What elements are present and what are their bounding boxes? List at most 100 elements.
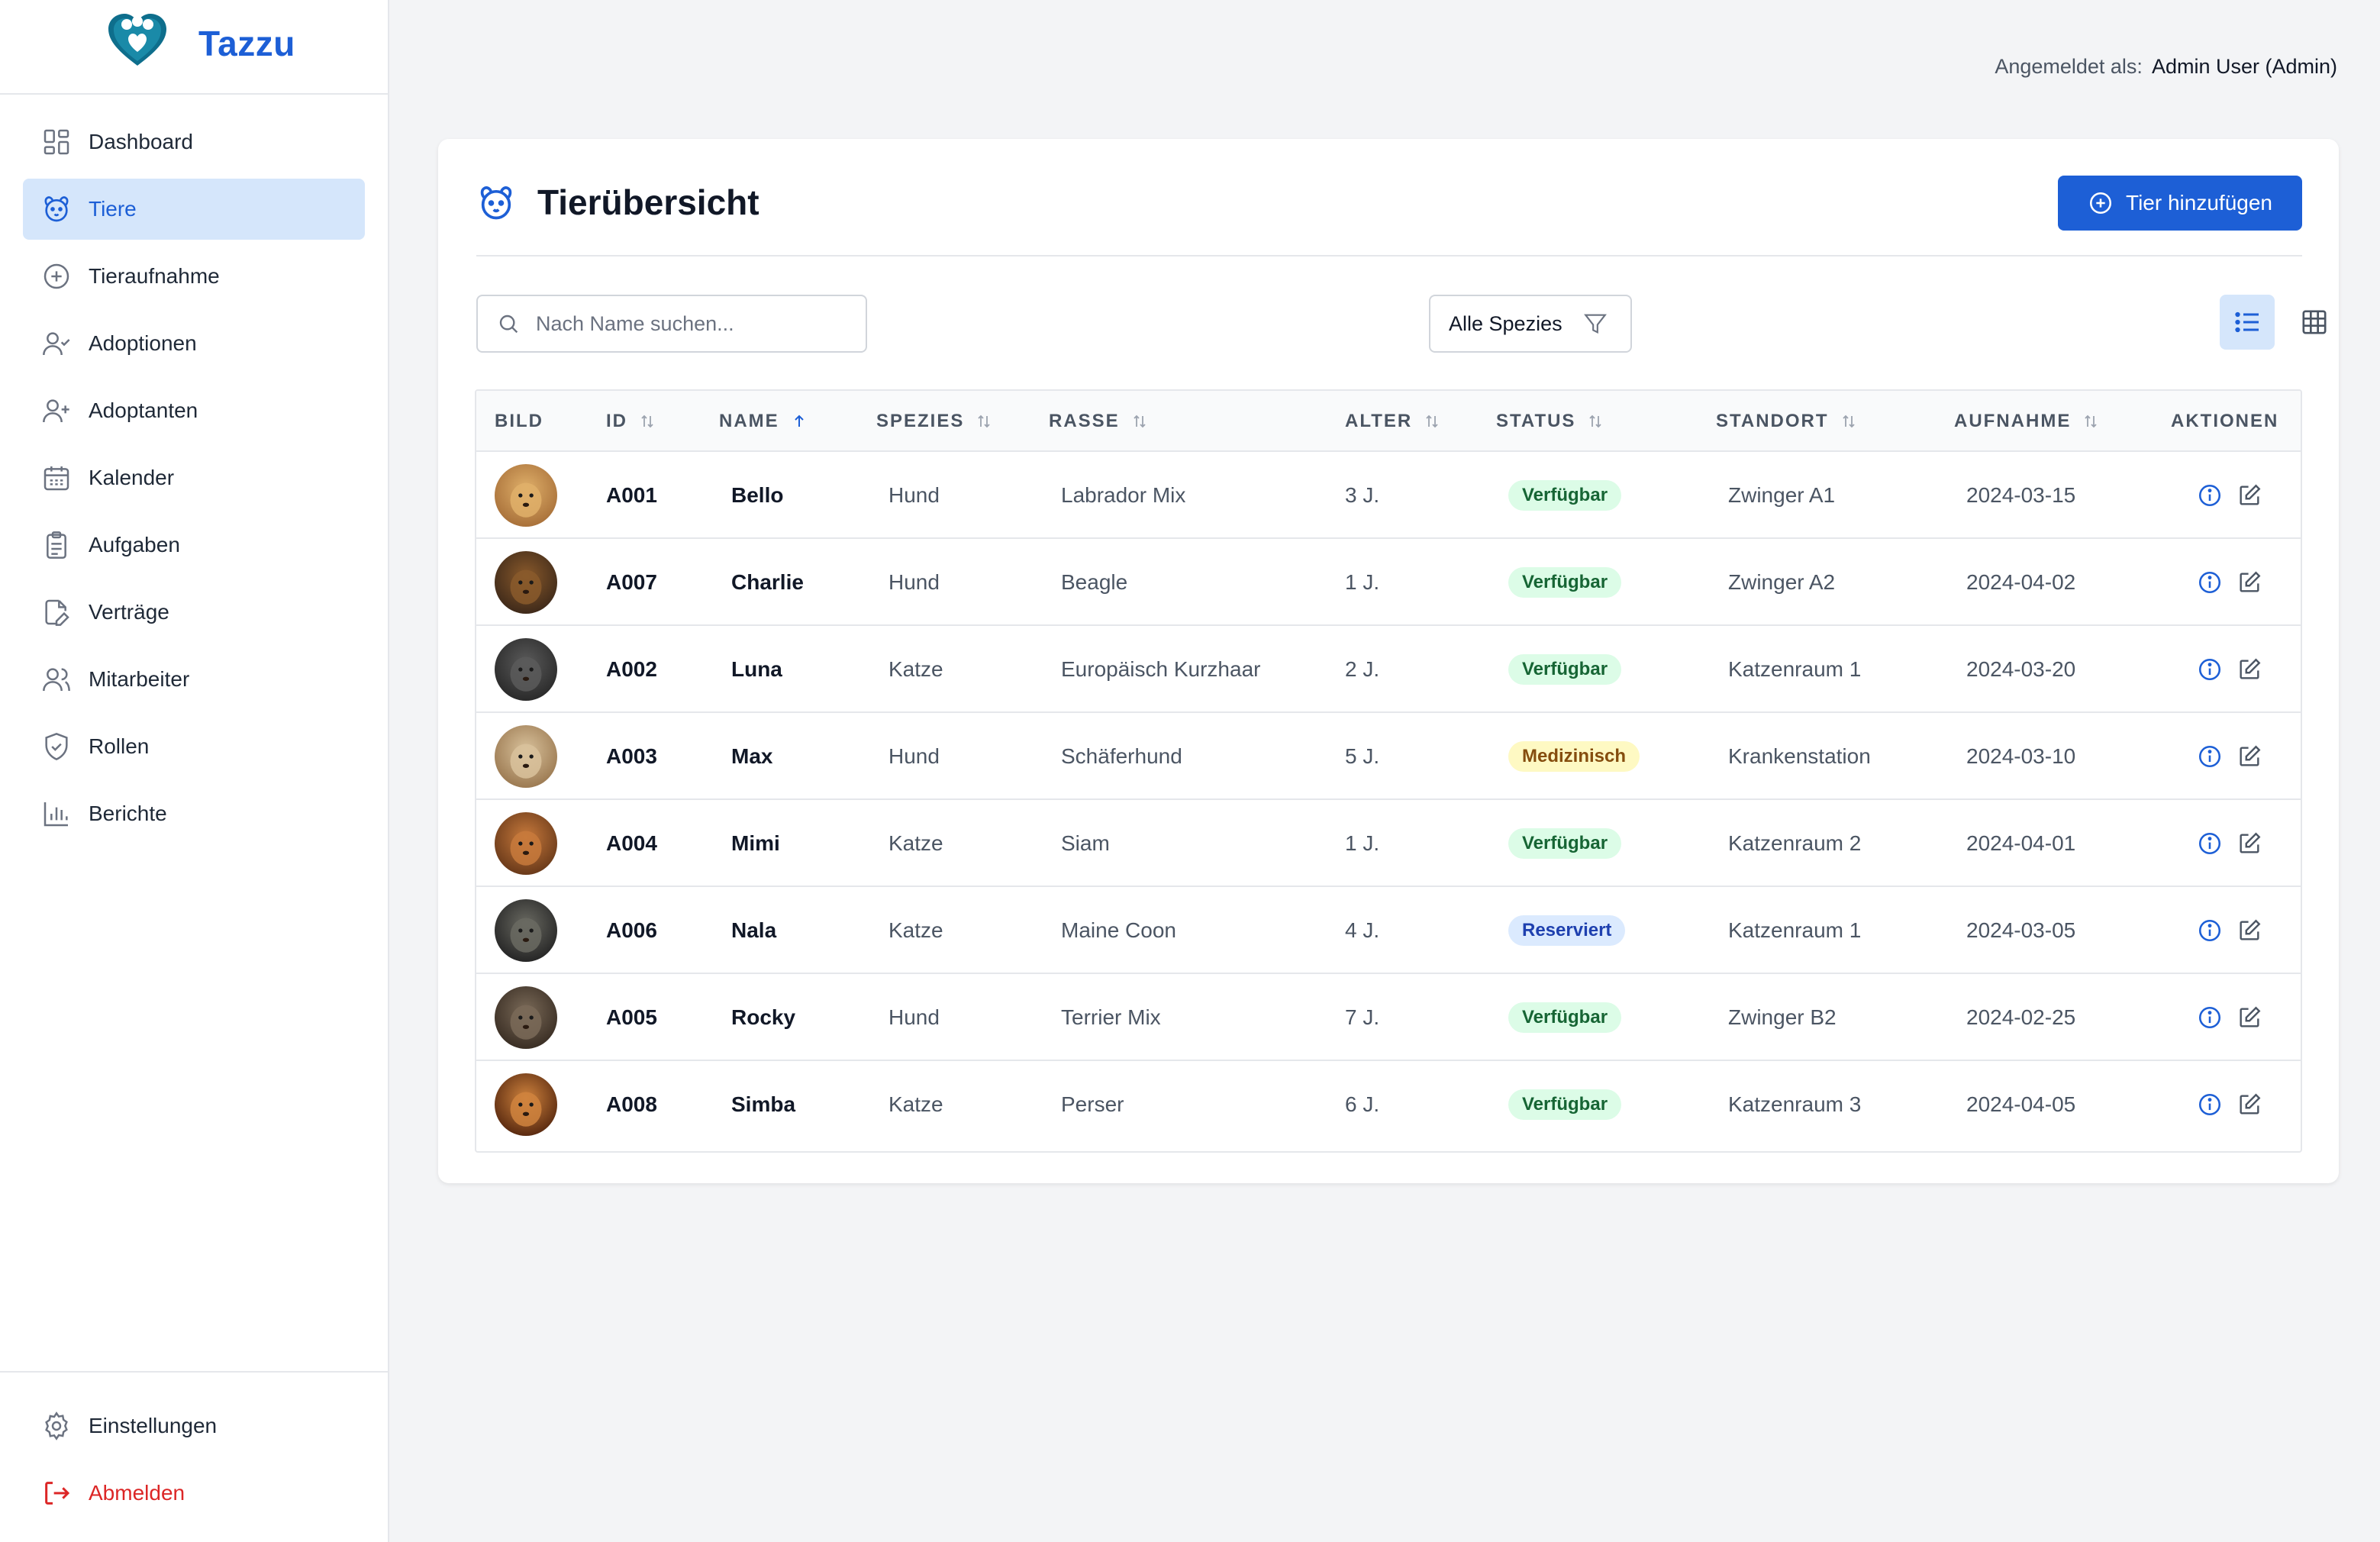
animal-avatar[interactable] — [495, 986, 557, 1049]
sort-icon — [2085, 415, 2097, 428]
edit-icon[interactable] — [2236, 918, 2262, 944]
cell-age: 3 J. — [1345, 483, 1380, 507]
column-header-bild: BILD — [495, 411, 543, 431]
column-header-standort[interactable]: STANDORT — [1716, 391, 1858, 452]
cell-intake: 2024-03-05 — [1966, 918, 2076, 942]
edit-icon[interactable] — [2236, 744, 2262, 769]
sidebar-item-einstellungen[interactable]: Einstellungen — [23, 1395, 365, 1457]
add-animal-button-label: Tier hinzufügen — [2126, 191, 2272, 215]
table-row[interactable]: A003 Max Hund Schäferhund 5 J. Medizinisch Kra… — [476, 713, 2301, 800]
column-header-status[interactable]: STATUS — [1496, 391, 1604, 452]
brand-name[interactable]: Tazzu — [198, 23, 295, 64]
cell-image — [495, 1061, 557, 1148]
edit-icon[interactable] — [2236, 1005, 2262, 1031]
sidebar-item-label: Tiere — [89, 197, 137, 221]
sidebar-item-aufgaben[interactable]: Aufgaben — [23, 515, 365, 576]
cell-actions — [2197, 713, 2262, 800]
cell-name[interactable]: Max — [731, 713, 772, 800]
sidebar-item-abmelden[interactable]: Abmelden — [23, 1463, 365, 1524]
sidebar-item-adoptanten[interactable]: Adoptanten — [23, 380, 365, 441]
sidebar-item-label: Tieraufnahme — [89, 264, 220, 288]
cell-location: Zwinger B2 — [1728, 1005, 1837, 1029]
sidebar-item-rollen[interactable]: Rollen — [23, 716, 365, 777]
info-icon[interactable] — [2197, 1092, 2223, 1118]
edit-icon[interactable] — [2236, 656, 2262, 682]
animal-avatar[interactable] — [495, 812, 557, 875]
cell-age: 6 J. — [1345, 1092, 1380, 1116]
info-icon[interactable] — [2197, 482, 2223, 508]
info-icon[interactable] — [2197, 656, 2223, 682]
sidebar-bottom: Einstellungen Abmelden — [0, 1371, 388, 1542]
sidebar-nav: Dashboard Tiere Tieraufnahme Adoptionen — [0, 95, 388, 844]
table-row[interactable]: A006 Nala Katze Maine Coon 4 J. Reserviert Kat… — [476, 887, 2301, 974]
cell-name[interactable]: Luna — [731, 626, 782, 713]
edit-icon[interactable] — [2236, 569, 2262, 595]
info-icon[interactable] — [2197, 744, 2223, 769]
plus-circle-icon — [2089, 192, 2112, 215]
sidebar-item-mitarbeiter[interactable]: Mitarbeiter — [23, 649, 365, 710]
status-badge: Medizinisch — [1508, 741, 1640, 772]
info-icon[interactable] — [2197, 918, 2223, 944]
cell-species: Katze — [888, 918, 943, 942]
grid-view-toggle[interactable] — [2287, 295, 2342, 350]
sidebar-item-adoptionen[interactable]: Adoptionen — [23, 313, 365, 374]
cell-intake: 2024-03-20 — [1966, 657, 2076, 681]
table-row[interactable]: A007 Charlie Hund Beagle 1 J. Verfügbar Zwinge… — [476, 539, 2301, 626]
sidebar-item-tieraufnahme[interactable]: Tieraufnahme — [23, 246, 365, 307]
cell-name[interactable]: Mimi — [731, 800, 780, 887]
info-icon[interactable] — [2197, 831, 2223, 856]
species-filter-label: Alle Spezies — [1449, 311, 1562, 335]
list-view-toggle[interactable] — [2220, 295, 2275, 350]
animal-avatar[interactable] — [495, 551, 557, 614]
sidebar-item-tiere[interactable]: Tiere — [23, 179, 365, 240]
status-badge: Verfügbar — [1508, 1002, 1622, 1033]
cell-species: Hund — [888, 744, 940, 768]
column-header-alter[interactable]: ALTER — [1345, 391, 1441, 452]
sidebar-item-berichte[interactable]: Berichte — [23, 783, 365, 844]
table-row[interactable]: A004 Mimi Katze Siam 1 J. Verfügbar Katzenraum… — [476, 800, 2301, 887]
edit-icon[interactable] — [2236, 831, 2262, 856]
column-header-name[interactable]: NAME — [719, 391, 808, 452]
sidebar-item-label: Verträge — [89, 600, 169, 624]
animal-avatar[interactable] — [495, 638, 557, 701]
cell-breed: Maine Coon — [1061, 918, 1176, 942]
current-user[interactable]: Admin User (Admin) — [2152, 55, 2337, 78]
cell-name[interactable]: Nala — [731, 887, 776, 974]
sidebar-item-kalender[interactable]: Kalender — [23, 447, 365, 508]
column-header-spezies[interactable]: SPEZIES — [876, 391, 993, 452]
cell-name[interactable]: Charlie — [731, 539, 804, 626]
column-header-rasse[interactable]: RASSE — [1049, 391, 1149, 452]
cell-species: Katze — [888, 831, 943, 855]
cell-name[interactable]: Bello — [731, 452, 783, 539]
table-row[interactable]: A001 Bello Hund Labrador Mix 3 J. Verfügbar Zw… — [476, 452, 2301, 539]
table-header: BILD ID NAME SPEZIES RASSE ALTER STATUS … — [476, 391, 2301, 452]
info-icon[interactable] — [2197, 1005, 2223, 1031]
cell-breed: Europäisch Kurzhaar — [1061, 657, 1261, 681]
add-animal-button[interactable]: Tier hinzufügen — [2058, 176, 2302, 231]
animal-avatar[interactable] — [495, 899, 557, 962]
column-header-id[interactable]: ID — [606, 391, 656, 452]
status-badge: Reserviert — [1508, 915, 1626, 946]
edit-icon[interactable] — [2236, 1092, 2262, 1118]
cell-species: Hund — [888, 483, 940, 507]
animal-avatar[interactable] — [495, 464, 557, 527]
species-filter[interactable]: Alle Spezies — [1429, 295, 1632, 353]
table-row[interactable]: A002 Luna Katze Europäisch Kurzhaar 2 J. Verf… — [476, 626, 2301, 713]
search-input[interactable] — [536, 311, 856, 336]
logged-in-label: Angemeldet als: — [1995, 55, 2143, 78]
info-icon[interactable] — [2197, 569, 2223, 595]
animal-avatar[interactable] — [495, 725, 557, 788]
cell-name[interactable]: Rocky — [731, 974, 795, 1061]
sidebar-item-vertraege[interactable]: Verträge — [23, 582, 365, 643]
edit-icon[interactable] — [2236, 482, 2262, 508]
column-header-aufnahme[interactable]: AUFNAHME — [1954, 391, 2100, 452]
animal-table: BILD ID NAME SPEZIES RASSE ALTER STATUS … — [475, 389, 2302, 1153]
sidebar-item-dashboard[interactable]: Dashboard — [23, 111, 365, 173]
cell-location: Katzenraum 1 — [1728, 657, 1862, 681]
gear-icon — [41, 1411, 72, 1441]
user-plus-icon — [41, 395, 72, 426]
table-row[interactable]: A005 Rocky Hund Terrier Mix 7 J. Verfügbar Zwi… — [476, 974, 2301, 1061]
cell-name[interactable]: Simba — [731, 1061, 795, 1148]
animal-avatar[interactable] — [495, 1073, 557, 1136]
table-row[interactable]: A008 Simba Katze Perser 6 J. Verfügbar Katzenr… — [476, 1061, 2301, 1148]
